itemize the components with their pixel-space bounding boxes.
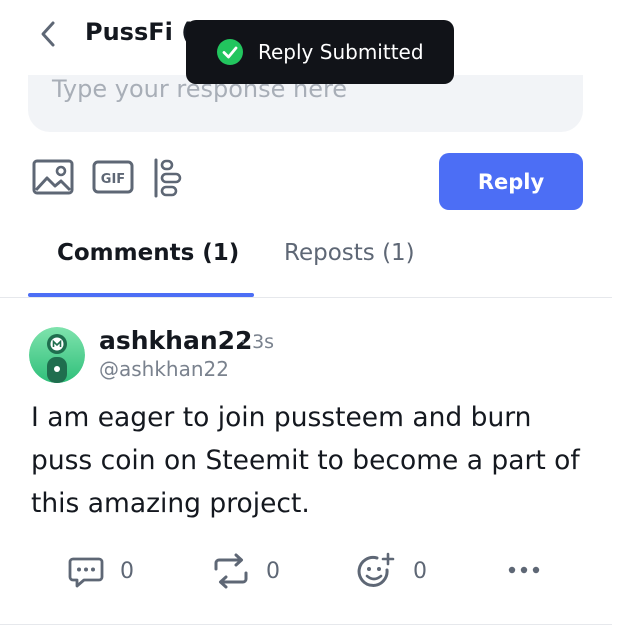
comment-timestamp: · 3s xyxy=(240,331,275,353)
more-options-button[interactable] xyxy=(506,558,542,586)
comment-body: I am eager to join pussteem and burn pus… xyxy=(31,402,580,519)
repost-icon xyxy=(214,553,248,589)
svg-text:GIF: GIF xyxy=(101,172,125,187)
add-reaction-icon xyxy=(357,552,395,587)
comment-author[interactable]: ashkhan22 xyxy=(99,326,252,355)
add-poll-button[interactable] xyxy=(152,158,186,202)
reply-action[interactable]: 0 xyxy=(68,553,134,589)
avatar[interactable] xyxy=(29,327,85,383)
comment-icon xyxy=(68,557,104,588)
toast-message: Reply Submitted xyxy=(258,40,424,64)
react-count: 0 xyxy=(413,558,427,584)
back-arrow-icon xyxy=(41,21,55,47)
repost-count: 0 xyxy=(266,558,280,584)
repost-action[interactable]: 0 xyxy=(212,553,280,589)
more-icon xyxy=(508,566,540,574)
toast-notification: Reply Submitted xyxy=(186,20,454,84)
image-icon xyxy=(32,159,74,195)
tab-comments[interactable]: Comments (1) xyxy=(57,240,239,266)
react-action[interactable]: 0 xyxy=(357,552,427,589)
comment-handle: @ashkhan22 xyxy=(99,357,229,381)
bottom-divider xyxy=(0,624,612,625)
add-gif-button[interactable]: GIF xyxy=(92,158,134,200)
back-button[interactable] xyxy=(32,18,64,50)
reply-count: 0 xyxy=(120,558,134,584)
tab-reposts[interactable]: Reposts (1) xyxy=(284,240,415,266)
check-circle-icon xyxy=(217,39,243,65)
poll-icon xyxy=(154,158,182,198)
reply-button[interactable]: Reply xyxy=(439,153,583,210)
gif-icon: GIF xyxy=(92,160,134,194)
avatar-image xyxy=(29,327,85,383)
add-image-button[interactable] xyxy=(32,158,74,200)
tabs-divider xyxy=(0,297,612,298)
